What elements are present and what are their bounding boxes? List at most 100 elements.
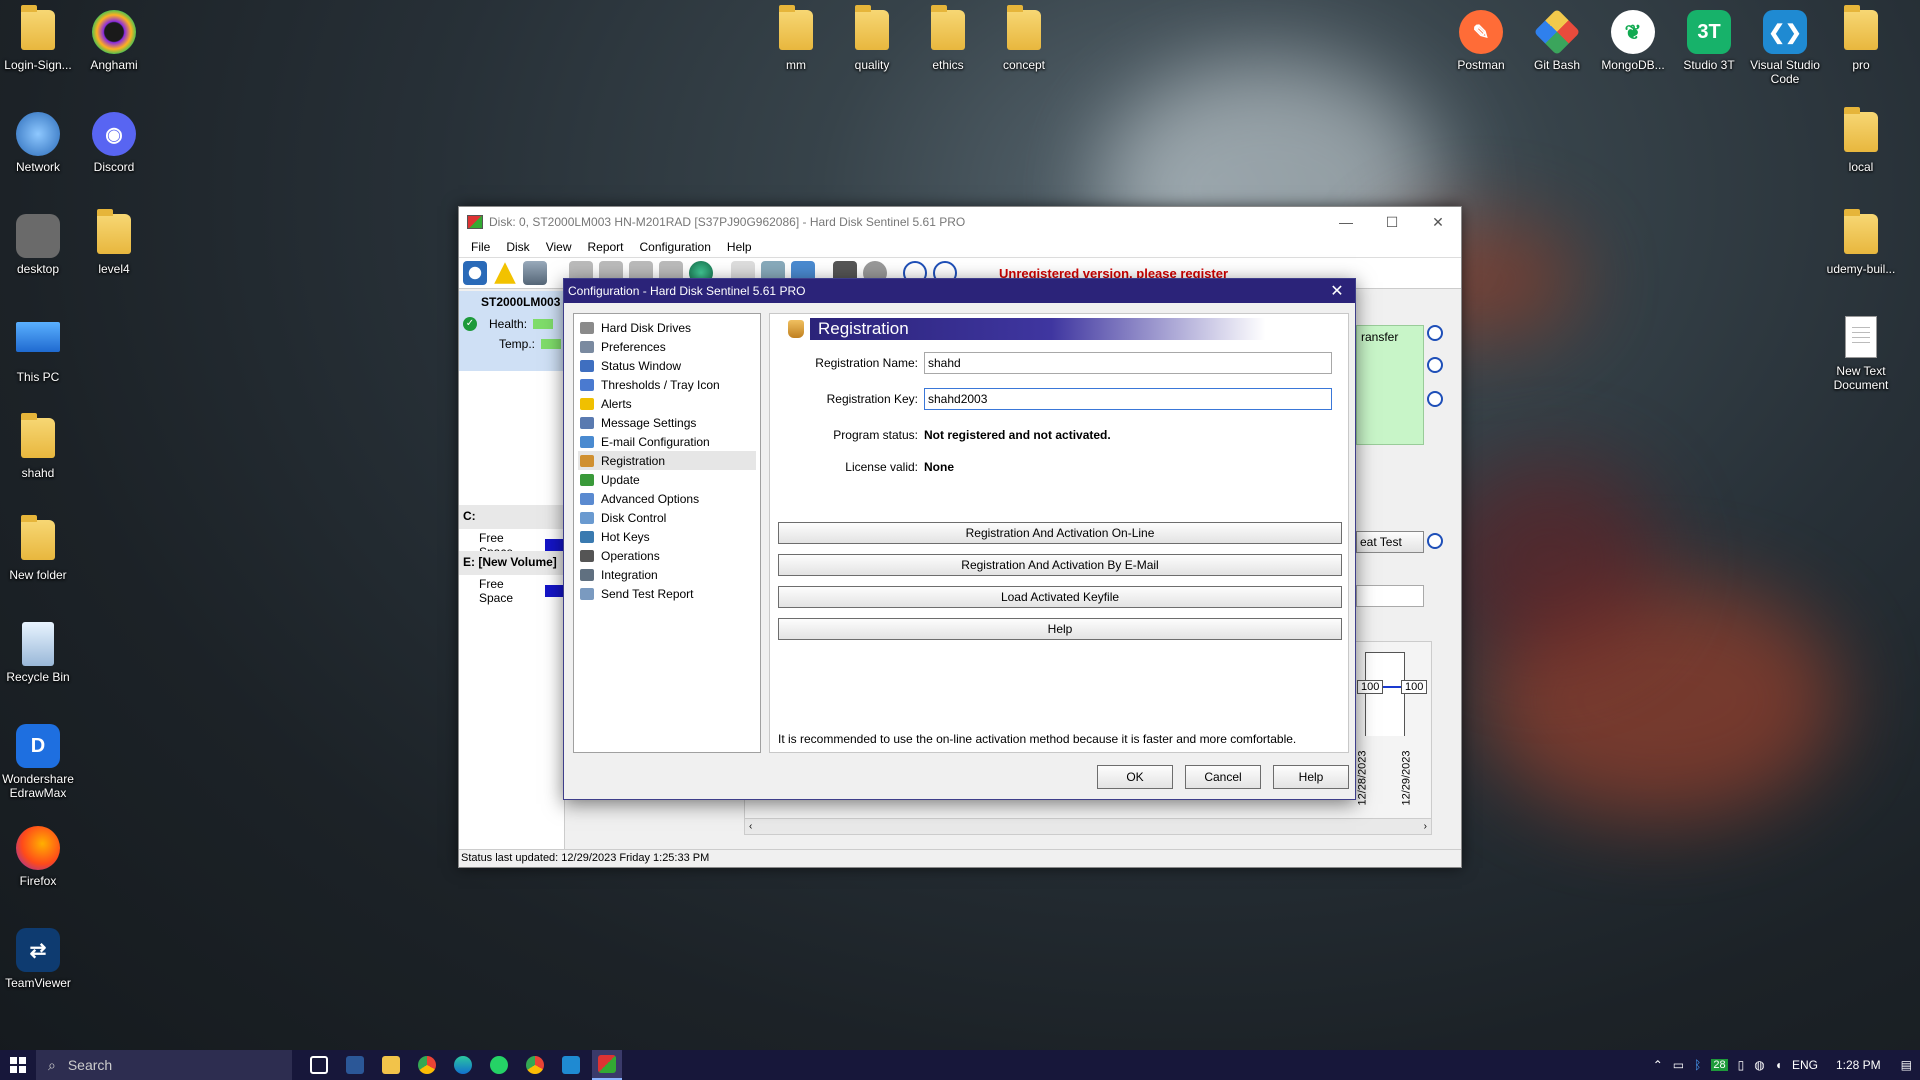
tree-item-status-window[interactable]: Status Window [578, 356, 756, 375]
disk-entry[interactable]: ST2000LM003 ✓ Health: Temp.: [459, 291, 564, 371]
desktop-icon-teamviewer[interactable]: ⇄ TeamViewer [0, 928, 76, 990]
tree-item-hot-keys[interactable]: Hot Keys [578, 527, 756, 546]
maximize-button[interactable]: ☐ [1369, 207, 1415, 237]
desktop-icon-ethics[interactable]: ethics [910, 5, 986, 72]
battery-status-icon[interactable]: ▯ [1738, 1058, 1745, 1072]
volume-icon[interactable]: ◖ [1775, 1058, 1782, 1072]
tree-item-preferences[interactable]: Preferences [578, 337, 756, 356]
desktop-icon-new-text-document[interactable]: New Text Document [1823, 316, 1899, 392]
desktop-icon-studio-3t[interactable]: 3T Studio 3T [1671, 10, 1747, 72]
tree-item-alerts[interactable]: Alerts [578, 394, 756, 413]
tree-item-send-test-report[interactable]: Send Test Report [578, 584, 756, 603]
vscode-taskbar-icon[interactable] [556, 1050, 586, 1080]
tree-item-label: E-mail Configuration [601, 434, 710, 449]
tree-item-registration[interactable]: Registration [578, 451, 756, 470]
desktop-icon-level4[interactable]: level4 [76, 209, 152, 276]
desktop-icon-local[interactable]: local [1823, 107, 1899, 174]
desktop-icon-git-bash[interactable]: Git Bash [1519, 8, 1595, 72]
network-tray-icon[interactable]: ◍ [1754, 1058, 1764, 1072]
load-keyfile-button[interactable]: Load Activated Keyfile [778, 586, 1342, 608]
git-bash-icon [1533, 8, 1581, 56]
chrome-profile-taskbar-icon[interactable] [520, 1050, 550, 1080]
main-menubar: File Disk View Report Configuration Help [459, 237, 1461, 257]
warning-icon[interactable] [494, 262, 516, 284]
tree-item-disk-control[interactable]: Disk Control [578, 508, 756, 527]
hds-tray-badge[interactable]: 28 [1711, 1059, 1728, 1071]
desktop-icon-udemy[interactable]: udemy-buil... [1823, 209, 1899, 276]
drive-e-header[interactable]: E: [New Volume] [459, 551, 565, 575]
registration-key-input[interactable] [924, 388, 1332, 410]
desktop-icon-login-sign[interactable]: Login-Sign... [0, 5, 76, 72]
help-icon[interactable] [1427, 533, 1443, 549]
scroll-left-icon[interactable]: ‹ [749, 821, 752, 832]
program-status-row: Program status: Not registered and not a… [770, 428, 1110, 442]
desktop-icon-concept[interactable]: concept [986, 5, 1062, 72]
registration-name-input[interactable] [924, 352, 1332, 374]
edge-taskbar-icon[interactable] [448, 1050, 478, 1080]
desktop-icon-pro[interactable]: pro [1823, 5, 1899, 72]
ok-button[interactable]: OK [1097, 765, 1173, 789]
battery-icon[interactable]: ▭ [1673, 1058, 1684, 1072]
desktop-icon-desktop[interactable]: desktop [0, 214, 76, 276]
desktop-icon-quality[interactable]: quality [834, 5, 910, 72]
tree-item-message-settings[interactable]: Message Settings [578, 413, 756, 432]
task-view-icon[interactable] [304, 1050, 334, 1080]
hds-taskbar-icon[interactable] [592, 1050, 622, 1080]
clock[interactable]: 1:28 PM [1836, 1058, 1881, 1072]
menu-disk[interactable]: Disk [498, 240, 537, 254]
activation-online-button[interactable]: Registration And Activation On-Line [778, 522, 1342, 544]
help-button[interactable]: Help [1273, 765, 1349, 789]
system-tray: ⌃ ▭ ᛒ 28 ▯ ◍ ◖ ENG 1:28 PM ▤ [1653, 1058, 1920, 1072]
tree-item-e-mail-configuration[interactable]: E-mail Configuration [578, 432, 756, 451]
desktop-icon-firefox[interactable]: Firefox [0, 826, 76, 888]
minimize-button[interactable]: — [1323, 207, 1369, 237]
menu-configuration[interactable]: Configuration [632, 240, 719, 254]
tree-item-integration[interactable]: Integration [578, 565, 756, 584]
start-button[interactable] [0, 1050, 36, 1080]
tree-item-hard-disk-drives[interactable]: Hard Disk Drives [578, 318, 756, 337]
chevron-up-icon[interactable]: ⌃ [1653, 1058, 1663, 1072]
graph-scrollbar[interactable]: ‹ › [745, 818, 1431, 834]
chrome-taskbar-icon[interactable] [412, 1050, 442, 1080]
whatsapp-taskbar-icon[interactable] [484, 1050, 514, 1080]
desktop-icon-shahd[interactable]: shahd [0, 413, 76, 480]
desktop-icon-network[interactable]: Network [0, 112, 76, 174]
dialog-close-icon[interactable]: ✕ [1319, 281, 1355, 301]
desktop-icon-mm[interactable]: mm [758, 5, 834, 72]
desktop-icon-mongodb[interactable]: ❦ MongoDB... [1595, 10, 1671, 72]
desktop-icon-this-pc[interactable]: This PC [0, 316, 76, 384]
refresh-icon[interactable] [463, 261, 487, 285]
tree-item-update[interactable]: Update [578, 470, 756, 489]
help-icon[interactable] [1427, 391, 1443, 407]
activation-email-button[interactable]: Registration And Activation By E-Mail [778, 554, 1342, 576]
bluetooth-icon[interactable]: ᛒ [1694, 1058, 1701, 1072]
language-indicator[interactable]: ENG [1792, 1058, 1818, 1072]
help-icon[interactable] [1427, 325, 1443, 341]
drive-c-header[interactable]: C: [459, 505, 565, 529]
menu-help[interactable]: Help [719, 240, 760, 254]
menu-file[interactable]: File [463, 240, 498, 254]
desktop-icon-vscode[interactable]: ❮❯ Visual Studio Code [1747, 10, 1823, 86]
help-icon[interactable] [1427, 357, 1443, 373]
cancel-button[interactable]: Cancel [1185, 765, 1261, 789]
tree-item-operations[interactable]: Operations [578, 546, 756, 565]
taskbar-search[interactable]: ⌕ Search [36, 1050, 292, 1080]
scroll-right-icon[interactable]: › [1424, 821, 1427, 832]
desktop-icon-anghami[interactable]: Anghami [76, 10, 152, 72]
desktop-icon-new-folder[interactable]: New folder [0, 515, 76, 582]
repeat-test-button[interactable]: eat Test [1356, 531, 1424, 553]
tree-item-thresholds-tray-icon[interactable]: Thresholds / Tray Icon [578, 375, 756, 394]
desktop-icon-recycle-bin[interactable]: Recycle Bin [0, 622, 76, 684]
menu-report[interactable]: Report [579, 240, 631, 254]
menu-view[interactable]: View [538, 240, 580, 254]
disk-info-icon[interactable] [523, 261, 547, 285]
word-taskbar-icon[interactable] [340, 1050, 370, 1080]
tree-item-advanced-options[interactable]: Advanced Options [578, 489, 756, 508]
registration-help-button[interactable]: Help [778, 618, 1342, 640]
desktop-icon-postman[interactable]: ✎ Postman [1443, 10, 1519, 72]
file-explorer-taskbar-icon[interactable] [376, 1050, 406, 1080]
notifications-icon[interactable]: ▤ [1901, 1058, 1912, 1072]
desktop-icon-edrawmax[interactable]: D Wondershare EdrawMax [0, 724, 76, 800]
desktop-icon-discord[interactable]: ◉ Discord [76, 112, 152, 174]
close-button[interactable]: ✕ [1415, 207, 1461, 237]
